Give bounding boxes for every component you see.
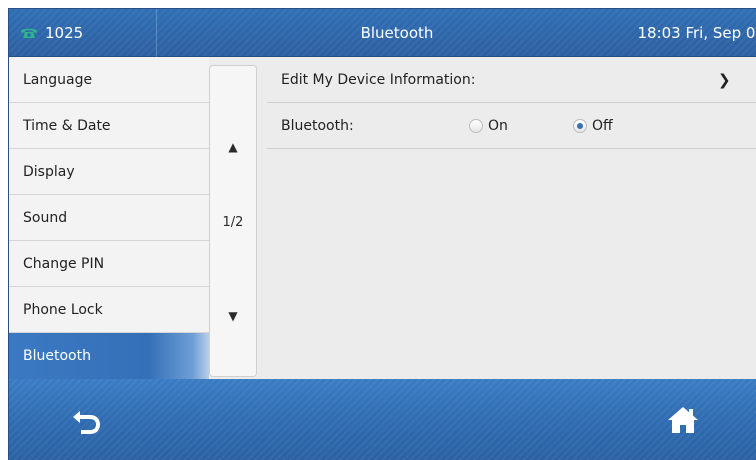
page-indicator: 1/2: [222, 215, 244, 230]
menu-item-display[interactable]: Display: [9, 149, 209, 195]
chevron-right-icon: ❯: [718, 71, 731, 89]
clock: 18:03 Fri, Sep 02: [637, 24, 756, 42]
phone-handset-icon: [19, 26, 39, 40]
softkey-bar: [9, 379, 756, 460]
settings-panel: Edit My Device Information: ❯ Bluetooth:…: [257, 57, 756, 379]
arrow-up-icon[interactable]: ▲: [210, 140, 256, 154]
menu-item-time-date[interactable]: Time & Date: [9, 103, 209, 149]
menu-item-change-pin[interactable]: Change PIN: [9, 241, 209, 287]
arrow-down-icon[interactable]: ▼: [210, 309, 256, 323]
bluetooth-on-label: On: [488, 118, 508, 134]
back-arrow-icon[interactable]: [71, 408, 103, 436]
menu-item-phone-lock[interactable]: Phone Lock: [9, 287, 209, 333]
phone-screen: 1025 Bluetooth 18:03 Fri, Sep 02 Languag…: [8, 8, 756, 460]
bluetooth-on-radio[interactable]: On: [469, 103, 508, 149]
bluetooth-off-label: Off: [592, 118, 613, 134]
menu-pager: ▲ 1/2 ▼: [209, 65, 257, 377]
menu-item-bluetooth[interactable]: Bluetooth: [9, 333, 209, 379]
radio-checked-icon: [573, 119, 587, 133]
bluetooth-label: Bluetooth:: [281, 118, 354, 134]
status-bar: 1025 Bluetooth 18:03 Fri, Sep 02: [9, 9, 756, 57]
settings-menu: Language Time & Date Display Sound Chang…: [9, 57, 209, 379]
bluetooth-row: Bluetooth: On Off: [267, 103, 756, 149]
edit-device-info-label: Edit My Device Information:: [281, 72, 476, 88]
page-title: Bluetooth: [360, 24, 434, 42]
line-key[interactable]: 1025: [9, 9, 157, 57]
radio-unchecked-icon: [469, 119, 483, 133]
menu-item-sound[interactable]: Sound: [9, 195, 209, 241]
bluetooth-off-radio[interactable]: Off: [573, 103, 613, 149]
line-number: 1025: [45, 24, 84, 42]
edit-device-info-row[interactable]: Edit My Device Information: ❯: [267, 57, 756, 103]
menu-item-language[interactable]: Language: [9, 57, 209, 103]
home-icon[interactable]: [667, 405, 699, 435]
